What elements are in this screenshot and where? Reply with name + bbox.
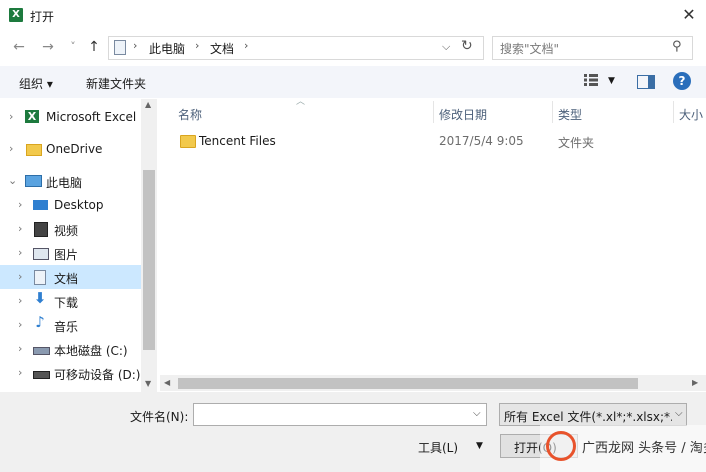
back-button[interactable]: ←: [11, 38, 27, 56]
tree-item-label: 可移动设备 (D:): [54, 368, 141, 382]
chevron-right-icon[interactable]: ›: [133, 39, 137, 52]
chevron-down-icon[interactable]: ⌵: [675, 408, 683, 419]
chevron-right-icon[interactable]: ›: [9, 142, 13, 155]
chevron-right-icon[interactable]: ›: [18, 318, 22, 331]
column-divider[interactable]: [673, 101, 674, 123]
file-list-hscrollbar-thumb[interactable]: [178, 378, 638, 389]
watermark: 广西龙网 头条号 / 淘多折: [540, 425, 706, 472]
forward-button[interactable]: →: [40, 38, 56, 56]
column-header-size[interactable]: 大小: [679, 106, 703, 123]
tree-item-this-pc[interactable]: ⌄ 此电脑: [0, 169, 141, 193]
breadcrumb-this-pc[interactable]: 此电脑: [149, 40, 185, 57]
chevron-right-icon[interactable]: ›: [195, 39, 199, 52]
tree-item-label: 此电脑: [46, 176, 83, 190]
tree-item-label: 本地磁盘 (C:): [54, 344, 128, 358]
chevron-right-icon[interactable]: ›: [18, 342, 22, 355]
breadcrumb-documents[interactable]: 文档: [210, 40, 234, 57]
preview-pane-icon[interactable]: [637, 75, 655, 89]
removable-drive-icon: [33, 371, 50, 379]
chevron-down-icon[interactable]: ▼: [476, 441, 483, 451]
tools-button[interactable]: 工具(L): [418, 439, 458, 456]
chevron-right-icon[interactable]: ›: [18, 246, 22, 259]
window-title: 打开: [30, 10, 55, 24]
search-input[interactable]: 搜索"文档": [500, 40, 559, 57]
watermark-logo-icon: [546, 431, 576, 461]
tree-item-documents[interactable]: › 文档: [0, 265, 141, 289]
chevron-right-icon[interactable]: ›: [9, 110, 13, 123]
chevron-right-icon[interactable]: ›: [18, 222, 22, 235]
tree-item-label: 文档: [54, 272, 79, 286]
tree-item-microsoft-excel[interactable]: › X Microsoft Excel: [0, 105, 141, 129]
tree-item-label: Microsoft Excel: [46, 110, 137, 124]
tree-item-videos[interactable]: › 视频: [0, 217, 141, 241]
navigation-pane: › X Microsoft Excel › OneDrive ⌄ 此电脑 › D…: [0, 99, 157, 392]
tree-item-label: Desktop: [54, 198, 104, 212]
file-name[interactable]: Tencent Files: [199, 134, 276, 148]
help-button[interactable]: ?: [673, 72, 691, 90]
scroll-right-icon[interactable]: ▶: [692, 378, 698, 387]
folder-icon: [26, 144, 42, 156]
column-divider[interactable]: [433, 101, 434, 123]
tree-item-removable-d[interactable]: › 可移动设备 (D:): [0, 361, 141, 385]
filename-label: 文件名(N):: [130, 410, 189, 424]
chevron-down-icon[interactable]: ⌵: [442, 40, 450, 54]
documents-icon: [34, 270, 46, 285]
close-button[interactable]: ✕: [680, 6, 698, 24]
column-divider[interactable]: [552, 101, 553, 123]
tree-item-local-disk-c[interactable]: › 本地磁盘 (C:): [0, 337, 141, 361]
tree-item-label: OneDrive: [46, 142, 103, 156]
tree-item-desktop[interactable]: › Desktop: [0, 193, 141, 217]
chevron-right-icon[interactable]: ›: [18, 198, 22, 211]
tree-item-downloads[interactable]: › ⬇ 下载: [0, 289, 141, 313]
recent-locations-button[interactable]: ˅: [65, 38, 81, 56]
chevron-right-icon[interactable]: ›: [18, 294, 22, 307]
music-icon: ♪: [35, 313, 45, 331]
computer-icon: [25, 175, 42, 187]
tree-scrollbar-thumb[interactable]: [143, 170, 155, 350]
download-icon: ⬇: [33, 289, 47, 307]
drive-icon: [33, 347, 50, 355]
scroll-down-icon[interactable]: ▼: [145, 379, 151, 388]
excel-icon: X: [25, 110, 39, 123]
watermark-text: 广西龙网 头条号 / 淘多折: [582, 441, 706, 456]
tree-item-label: 音乐: [54, 320, 79, 334]
tree-item-label: 图片: [54, 248, 79, 262]
documents-icon: [114, 40, 126, 55]
scroll-up-icon[interactable]: ▲: [145, 100, 151, 109]
up-button[interactable]: ↑: [86, 38, 102, 56]
organize-button[interactable]: 组织 ▾: [19, 75, 53, 92]
column-header-name[interactable]: 名称: [178, 106, 202, 123]
file-type: 文件夹: [558, 136, 595, 150]
chevron-right-icon[interactable]: ›: [244, 39, 248, 52]
refresh-icon[interactable]: ↻: [461, 38, 473, 54]
column-header-modified[interactable]: 修改日期: [439, 106, 487, 123]
chevron-down-icon[interactable]: ▼: [608, 76, 615, 86]
folder-icon: [180, 135, 196, 148]
desktop-icon: [33, 200, 48, 210]
scroll-left-icon[interactable]: ◀: [164, 378, 170, 387]
view-options-icon[interactable]: [584, 74, 598, 86]
tree-item-pictures[interactable]: › 图片: [0, 241, 141, 265]
excel-icon: X: [9, 8, 23, 22]
chevron-right-icon[interactable]: ›: [18, 366, 22, 379]
tree-item-label: 视频: [54, 224, 79, 238]
search-icon[interactable]: ⚲: [672, 39, 682, 54]
title-bar: [0, 0, 706, 31]
chevron-right-icon[interactable]: ›: [18, 270, 22, 283]
chevron-down-icon[interactable]: ⌵: [473, 408, 481, 419]
video-icon: [34, 222, 48, 237]
chevron-down-icon[interactable]: ⌄: [8, 174, 17, 187]
new-folder-button[interactable]: 新建文件夹: [86, 75, 146, 92]
tree-item-label: 下载: [54, 296, 79, 310]
tree-item-music[interactable]: › ♪ 音乐: [0, 313, 141, 337]
filename-input[interactable]: [193, 403, 487, 426]
file-modified: 2017/5/4 9:05: [439, 134, 524, 148]
file-type-filter-value: 所有 Excel 文件(*.xl*;*.xlsx;*.xl: [504, 410, 672, 424]
tree-item-onedrive[interactable]: › OneDrive: [0, 137, 141, 161]
column-header-type[interactable]: 类型: [558, 106, 582, 123]
sort-ascending-icon: ︿: [296, 97, 306, 107]
pictures-icon: [33, 248, 49, 260]
